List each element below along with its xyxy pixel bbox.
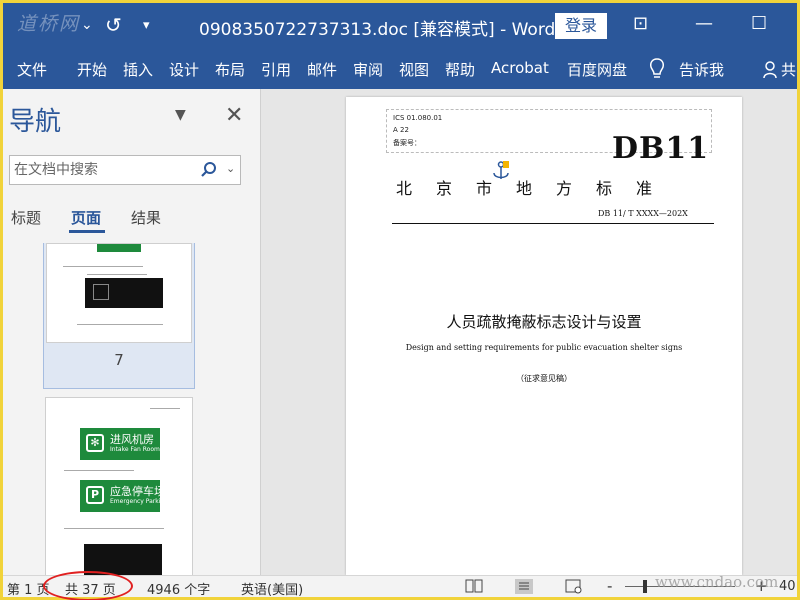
document-title-cn: 人员疏散掩蔽标志设计与设置 <box>446 313 642 331</box>
navigation-pane: 导航 ▼ ✕ ⌄ 标题 页面 结果 7 <box>3 89 261 575</box>
standard-mark: DB11 <box>612 131 710 166</box>
black-sign-preview <box>85 278 163 308</box>
thumbnail-selected[interactable]: 7 <box>43 243 195 389</box>
header-rule <box>392 223 714 224</box>
tab-mailings[interactable]: 邮件 <box>307 59 337 80</box>
customize-toolbar-icon[interactable]: ▾ <box>143 18 150 33</box>
tab-insert[interactable]: 插入 <box>123 59 153 80</box>
site-watermark: www.cndao.com <box>655 573 779 591</box>
thumbnail-page-number: 7 <box>114 351 124 369</box>
nav-options-icon[interactable]: ▼ <box>175 107 186 123</box>
share-person-icon[interactable] <box>763 61 779 79</box>
tab-design[interactable]: 设计 <box>169 59 199 80</box>
sign-label-en: Intake Fan Room <box>110 446 160 453</box>
web-layout-icon[interactable] <box>565 579 583 594</box>
highlight-circle <box>43 571 133 600</box>
text-line <box>87 274 147 275</box>
search-icon[interactable] <box>200 161 218 179</box>
word-count[interactable]: 4946 个字 <box>147 579 210 598</box>
page-thumbnails: 7 ✻ 进风机房 Intake Fan Room P 应急停车场 Emergen… <box>3 243 261 575</box>
print-layout-icon[interactable] <box>515 579 533 594</box>
zoom-slider-handle[interactable] <box>643 580 647 593</box>
text-line <box>63 266 143 267</box>
draft-note: （征求意见稿） <box>516 374 572 383</box>
sign-preview <box>97 244 141 252</box>
tab-acrobat[interactable]: Acrobat <box>491 59 549 77</box>
tab-baidu-netdisk[interactable]: 百度网盘 <box>567 59 627 80</box>
active-tab-indicator <box>69 230 105 233</box>
sign-label-cn: 进风机房 <box>110 433 154 446</box>
page-thumbnail[interactable]: ✻ 进风机房 Intake Fan Room P 应急停车场 Emergency… <box>45 397 193 575</box>
read-mode-icon[interactable] <box>465 579 483 594</box>
tab-references[interactable]: 引用 <box>261 59 291 80</box>
document-title-en: Design and setting requirements for publ… <box>405 343 683 352</box>
lightbulb-icon[interactable] <box>649 58 665 80</box>
ics-code: ICS 01.080.01 <box>393 114 443 122</box>
record-number: 备案号： <box>393 139 421 147</box>
login-button[interactable]: 登录 <box>555 13 607 39</box>
ribbon-tabs: 文件 开始 插入 设计 布局 引用 邮件 审阅 视图 帮助 Acrobat 百度… <box>3 49 797 89</box>
tab-headings[interactable]: 标题 <box>11 207 41 228</box>
zoom-out-button[interactable]: - <box>607 577 612 595</box>
fan-icon: ✻ <box>86 434 104 452</box>
search-input[interactable] <box>14 160 184 180</box>
parking-icon: P <box>86 486 104 504</box>
tab-pages[interactable]: 页面 <box>71 207 101 228</box>
classification-code: A 22 <box>393 126 409 134</box>
quick-access-dropdown-icon[interactable]: ⌄ <box>81 17 93 33</box>
tab-results[interactable]: 结果 <box>131 207 161 228</box>
close-icon[interactable]: ✕ <box>225 103 243 128</box>
tab-review[interactable]: 审阅 <box>353 59 383 80</box>
sign-intake-fan-room: ✻ 进风机房 Intake Fan Room <box>80 428 160 460</box>
chevron-down-icon[interactable]: ⌄ <box>226 162 235 175</box>
tab-help[interactable]: 帮助 <box>445 59 475 80</box>
text-line <box>64 528 164 529</box>
standard-name: 北京市地方标准 <box>396 179 677 198</box>
search-box[interactable]: ⌄ <box>9 155 241 185</box>
text-line <box>150 408 180 409</box>
sign-label-cn: 应急停车场 <box>110 485 165 498</box>
document-page[interactable]: ICS 01.080.01 A 22 备案号： DB11 北京市地方标准 DB … <box>346 97 742 575</box>
tab-view[interactable]: 视图 <box>399 59 429 80</box>
tell-me-search[interactable]: 告诉我 <box>679 59 724 80</box>
tab-layout[interactable]: 布局 <box>215 59 245 80</box>
document-title: 0908350722737313.doc [兼容模式] - Word <box>199 20 556 40</box>
page-thumbnail[interactable] <box>46 243 192 343</box>
sign-preview-icon <box>93 284 109 300</box>
text-line <box>64 470 134 471</box>
undo-icon[interactable]: ↺ <box>105 13 122 37</box>
anchor-icon <box>493 161 509 179</box>
language-indicator[interactable]: 英语(美国) <box>241 579 303 598</box>
maximize-icon[interactable]: ☐ <box>751 13 767 34</box>
standard-code: DB 11/ T XXXX—202X <box>598 209 688 218</box>
watermark-text: 道桥网 <box>17 13 81 35</box>
nav-pane-title: 导航 <box>9 107 62 137</box>
title-bar: 道桥网 ⌄ ↺ ▾ 0908350722737313.doc [兼容模式] - … <box>3 3 797 49</box>
tab-home[interactable]: 开始 <box>77 59 107 80</box>
document-area: ICS 01.080.01 A 22 备案号： DB11 北京市地方标准 DB … <box>262 89 797 575</box>
zoom-level[interactable]: 40 <box>779 579 796 594</box>
text-line <box>77 324 163 325</box>
sign-label-en: Emergency Parking <box>110 498 168 505</box>
share-button[interactable]: 共 <box>781 59 796 80</box>
tab-file[interactable]: 文件 <box>17 59 47 80</box>
ribbon-display-icon[interactable]: ⊡ <box>633 13 648 34</box>
sign-emergency-parking: P 应急停车场 Emergency Parking <box>80 480 168 512</box>
minimize-icon[interactable]: — <box>695 13 713 34</box>
